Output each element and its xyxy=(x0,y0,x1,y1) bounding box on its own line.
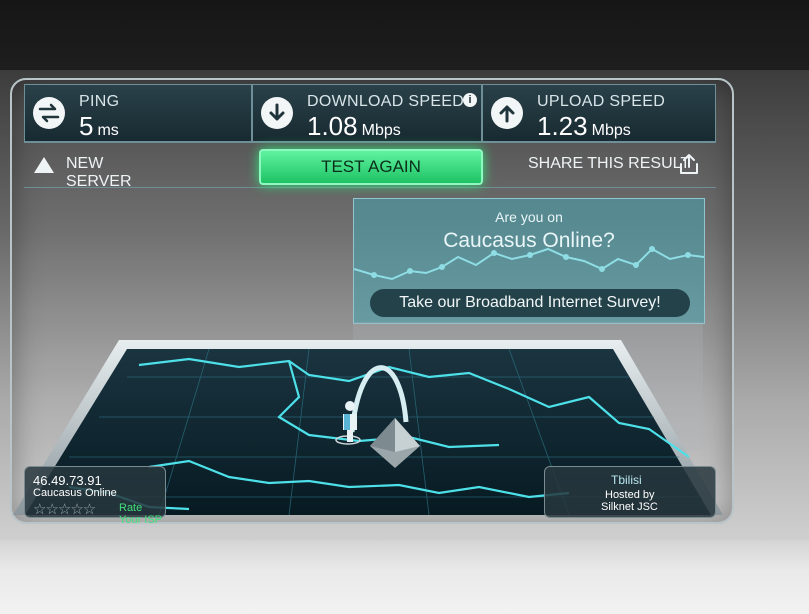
ping-label: PING xyxy=(79,93,120,110)
download-unit: Mbps xyxy=(361,122,401,139)
share-icon xyxy=(680,154,698,174)
ping-number: 5 xyxy=(79,111,94,141)
upload-unit: Mbps xyxy=(591,122,631,139)
server-pyramid-icon xyxy=(370,418,420,468)
info-icon[interactable]: i xyxy=(463,93,477,107)
download-label: DOWNLOAD SPEED xyxy=(307,93,465,110)
person-marker-icon xyxy=(343,401,357,442)
new-server-label: NEW SERVER xyxy=(66,155,132,190)
ping-value: 5 ms xyxy=(79,111,119,142)
triangle-icon xyxy=(34,157,54,173)
isp-name: Caucasus Online xyxy=(33,487,117,499)
upload-panel: UPLOAD SPEED 1.23 Mbps xyxy=(482,84,716,142)
top-background xyxy=(0,0,809,70)
rate-your-isp-link[interactable]: Rate Your ISP xyxy=(119,502,165,526)
download-panel: DOWNLOAD SPEED i 1.08 Mbps xyxy=(252,84,482,142)
download-number: 1.08 xyxy=(307,111,358,141)
rating-stars[interactable]: ☆☆☆☆☆ xyxy=(33,500,96,518)
ping-panel: PING 5 ms xyxy=(24,84,252,142)
survey-cta-button[interactable]: Take our Broadband Internet Survey! xyxy=(370,289,690,317)
ping-arrows-icon xyxy=(33,97,65,129)
floor-background xyxy=(0,540,809,614)
ping-unit: ms xyxy=(97,122,119,139)
hosted-by-label: Hosted by xyxy=(605,489,655,501)
isp-survey-ad[interactable]: Are you on Caucasus Online? Take our Bro… xyxy=(353,198,705,324)
download-value: 1.08 Mbps xyxy=(307,111,401,142)
upload-value: 1.23 Mbps xyxy=(537,111,631,142)
upload-arrow-icon xyxy=(491,97,523,129)
new-server-button[interactable]: NEW SERVER xyxy=(32,153,172,190)
share-result-button[interactable]: SHARE THIS RESULT xyxy=(526,153,706,177)
share-label: SHARE THIS RESULT xyxy=(528,155,691,172)
server-info-box: Tbilisi Hosted by Silknet JSC xyxy=(544,466,716,518)
server-host-name: Silknet JSC xyxy=(601,501,658,513)
download-arrow-icon xyxy=(261,97,293,129)
server-city: Tbilisi xyxy=(611,473,642,487)
upload-number: 1.23 xyxy=(537,111,588,141)
ip-address: 46.49.73.91 xyxy=(33,473,102,488)
survey-question-line1: Are you on xyxy=(495,209,563,225)
survey-question-line2: Caucasus Online? xyxy=(443,229,615,252)
test-again-button[interactable]: TEST AGAIN xyxy=(259,149,483,185)
isp-info-box: 46.49.73.91 Caucasus Online ☆☆☆☆☆ Rate Y… xyxy=(24,466,166,526)
upload-label: UPLOAD SPEED xyxy=(537,93,666,110)
